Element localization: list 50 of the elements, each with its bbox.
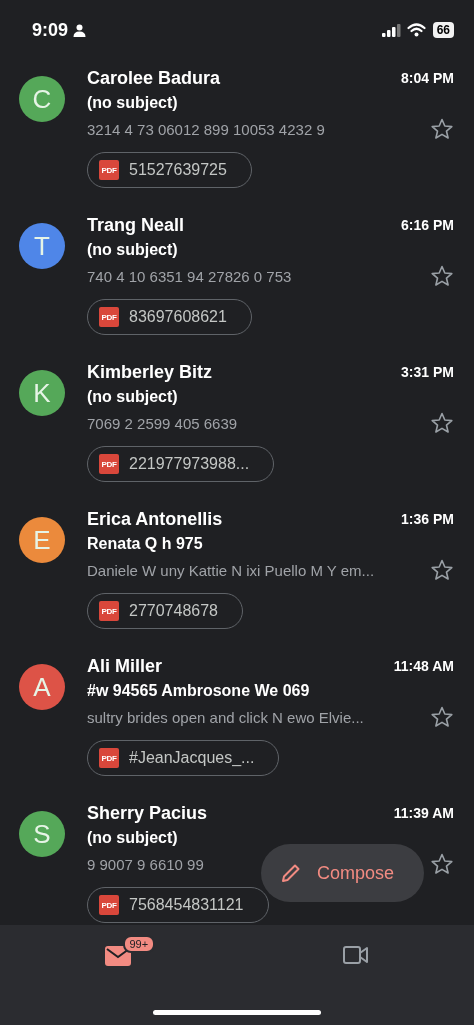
avatar: E: [19, 517, 65, 563]
email-snippet: 3214 4 73 06012 899 10053 4232 9: [87, 120, 325, 138]
email-snippet: 7069 2 2599 405 6639: [87, 414, 238, 432]
sender-name: Carolee Badura: [87, 67, 222, 89]
unread-badge: 99+: [122, 935, 156, 953]
email-snippet: sultry brides open and click N ewo Elvie...: [87, 708, 364, 726]
star-icon[interactable]: [430, 264, 454, 288]
sender-name: Sherry Pacius: [87, 802, 209, 824]
email-subject: #w 94565 Ambrosone We 069: [87, 681, 311, 701]
email-snippet: Daniele W uny Kattie N ixi Puello M Y em...: [87, 561, 375, 579]
email-subject: (no subject): [87, 828, 179, 848]
person-icon: [73, 23, 87, 37]
email-time: 8:04 PM: [401, 70, 454, 86]
email-subject: (no subject): [87, 93, 179, 113]
email-time: 11:48 AM: [393, 658, 454, 674]
avatar: S: [19, 811, 65, 857]
email-time: 6:16 PM: [401, 217, 454, 233]
pdf-icon: PDF: [99, 748, 119, 768]
sender-name: Trang Neall: [87, 214, 186, 236]
avatar: A: [19, 664, 65, 710]
wifi-icon: [406, 23, 426, 37]
pdf-icon: PDF: [99, 895, 119, 915]
avatar: T: [19, 223, 65, 269]
star-icon[interactable]: [430, 705, 454, 729]
sender-name: Ali Miller: [87, 655, 163, 677]
signal-icon: [381, 23, 402, 37]
compose-button[interactable]: Compose: [260, 844, 424, 902]
email-snippet: 740 4 10 6351 94 27826 0 753: [87, 267, 292, 285]
sender-name: Erica Antonellis: [87, 508, 224, 530]
star-icon[interactable]: [430, 117, 454, 141]
status-time: 9:09: [32, 19, 69, 41]
pdf-icon: PDF: [99, 307, 119, 327]
battery-icon: 66: [432, 22, 454, 38]
pdf-icon: PDF: [99, 160, 119, 180]
email-time: 3:31 PM: [401, 364, 454, 380]
email-time: 1:36 PM: [401, 511, 454, 527]
avatar: K: [19, 370, 65, 416]
star-icon[interactable]: [430, 852, 454, 876]
sender-name: Kimberley Bitz: [87, 361, 214, 383]
email-time: 11:39 AM: [393, 805, 454, 821]
email-snippet: 9 9007 9 6610 99: [87, 855, 204, 873]
email-subject: (no subject): [87, 240, 179, 260]
avatar: C: [19, 76, 65, 122]
pdf-icon: PDF: [99, 454, 119, 474]
video-camera-icon: [341, 944, 370, 966]
star-icon[interactable]: [430, 411, 454, 435]
pdf-icon: PDF: [99, 601, 119, 621]
star-icon[interactable]: [430, 558, 454, 582]
email-subject: Renata Q h 975: [87, 534, 204, 554]
email-subject: (no subject): [87, 387, 179, 407]
